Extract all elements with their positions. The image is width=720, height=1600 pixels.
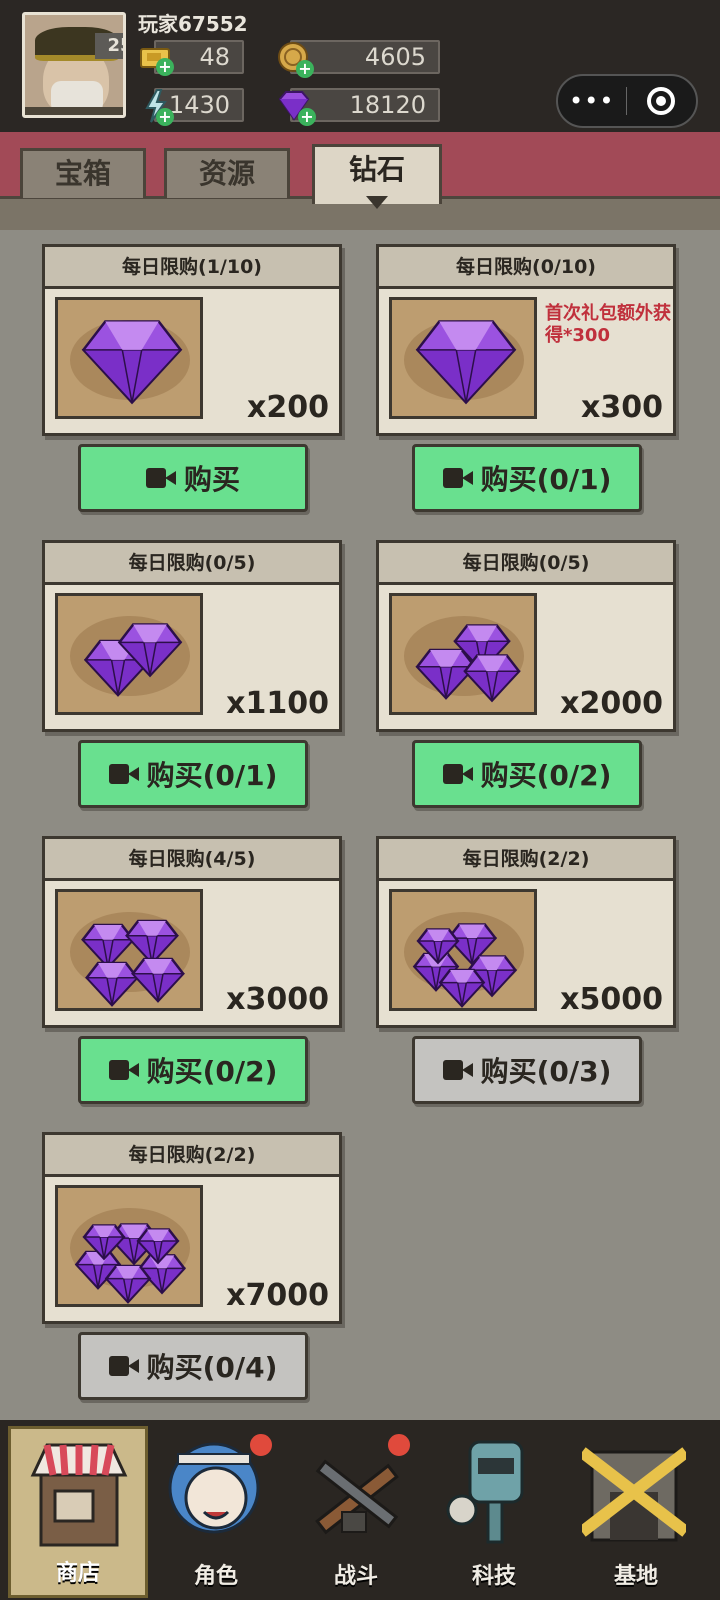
- buy-button-label: 购买: [183, 463, 240, 496]
- buy-button[interactable]: 购买(0/1): [412, 444, 642, 512]
- video-camera-icon: [145, 468, 176, 488]
- gem-image: [389, 889, 537, 1011]
- product-card: 每日限购(2/2): [42, 1132, 342, 1324]
- buy-button[interactable]: 购买(0/4): [78, 1332, 308, 1400]
- buy-button[interactable]: 购买(0/2): [412, 740, 642, 808]
- nav-character-label: 角色: [193, 1564, 238, 1589]
- buy-button[interactable]: 购买(0/3): [412, 1036, 642, 1104]
- nav-tech[interactable]: 科技: [424, 1426, 564, 1598]
- daily-limit-label: 每日限购(0/10): [379, 247, 673, 289]
- nav-battle-label: 战斗: [333, 1564, 378, 1589]
- daily-limit-label: 每日限购(4/5): [45, 839, 339, 881]
- player-level-badge: 25: [95, 33, 123, 59]
- daily-limit-label: 每日限购(0/5): [379, 543, 673, 585]
- buy-button-label: 购买(0/1): [146, 759, 278, 792]
- gem-image: [55, 1185, 203, 1307]
- product-card: 每日限购(0/10) 首次礼包额外获得*300 x300: [376, 244, 676, 436]
- gem-quantity: x300: [581, 390, 663, 425]
- player-avatar[interactable]: 25: [22, 12, 126, 118]
- video-camera-icon: [108, 764, 139, 784]
- top-bar: 25 玩家67552 48 + 4605 + 1430 + 18120 + ••…: [0, 0, 720, 132]
- buy-button-label: 购买(0/4): [146, 1351, 278, 1384]
- coin-icon[interactable]: +: [274, 38, 314, 78]
- tab-diamonds[interactable]: 钻石: [312, 144, 442, 204]
- nav-shop[interactable]: 商店: [8, 1426, 148, 1598]
- product-card: 每日限购(4/5) x3000: [42, 836, 342, 1028]
- gem-image: [55, 297, 203, 419]
- buy-button-label: 购买(0/2): [480, 759, 612, 792]
- buy-button[interactable]: 购买: [78, 444, 308, 512]
- buy-button[interactable]: 购买(0/2): [78, 1036, 308, 1104]
- product-card: 每日限购(0/5) x1100: [42, 540, 342, 732]
- daily-limit-label: 每日限购(0/5): [45, 543, 339, 585]
- video-camera-icon: [442, 764, 473, 784]
- gem-quantity: x2000: [560, 686, 663, 721]
- product-card: 每日限购(1/10) x200: [42, 244, 342, 436]
- buy-button-label: 购买(0/1): [480, 463, 612, 496]
- gem-image: [55, 593, 203, 715]
- gem-quantity: x7000: [226, 1278, 329, 1313]
- video-camera-icon: [108, 1060, 139, 1080]
- player-name: 玩家67552: [138, 12, 248, 36]
- daily-limit-label: 每日限购(1/10): [45, 247, 339, 289]
- gem-image: [389, 297, 537, 419]
- nav-shop-label: 商店: [55, 1561, 100, 1586]
- tech-icon: [446, 1440, 524, 1544]
- active-tab-arrow-icon: [366, 196, 388, 209]
- daily-limit-label: 每日限购(2/2): [379, 839, 673, 881]
- character-badge: [248, 1432, 274, 1458]
- lightning-icon[interactable]: +: [136, 86, 176, 126]
- ticket-icon[interactable]: +: [136, 38, 176, 78]
- more-menu-icon[interactable]: •••: [558, 87, 626, 115]
- diamond-icon[interactable]: +: [274, 86, 316, 126]
- daily-limit-label: 每日限购(2/2): [45, 1135, 339, 1177]
- buy-button[interactable]: 购买(0/1): [78, 740, 308, 808]
- nav-battle[interactable]: 战斗: [286, 1426, 426, 1598]
- shop-icon: [30, 1443, 128, 1547]
- nav-tech-label: 科技: [471, 1564, 516, 1589]
- video-camera-icon: [442, 468, 473, 488]
- product-card: 每日限购(2/2): [376, 836, 676, 1028]
- nav-character[interactable]: 角色: [146, 1426, 286, 1598]
- tab-chest[interactable]: 宝箱: [20, 148, 146, 198]
- base-icon: [582, 1447, 686, 1542]
- close-program-icon[interactable]: [627, 87, 697, 115]
- buy-button-label: 购买(0/2): [146, 1055, 278, 1088]
- nav-base-label: 基地: [613, 1564, 658, 1589]
- battle-badge: [386, 1432, 412, 1458]
- gem-image: [55, 889, 203, 1011]
- mini-program-capsule: •••: [556, 74, 698, 128]
- gem-quantity: x1100: [226, 686, 329, 721]
- nav-base[interactable]: 基地: [566, 1426, 706, 1598]
- tab-resources[interactable]: 资源: [164, 148, 290, 198]
- gem-image: [389, 593, 537, 715]
- gem-quantity: x3000: [226, 982, 329, 1017]
- gem-quantity: x200: [247, 390, 329, 425]
- buy-button-label: 购买(0/3): [480, 1055, 612, 1088]
- video-camera-icon: [108, 1356, 139, 1376]
- gem-quantity: x5000: [560, 982, 663, 1017]
- video-camera-icon: [442, 1060, 473, 1080]
- first-purchase-bonus-note: 首次礼包额外获得*300: [545, 303, 671, 346]
- product-card: 每日限购(0/5) x2000: [376, 540, 676, 732]
